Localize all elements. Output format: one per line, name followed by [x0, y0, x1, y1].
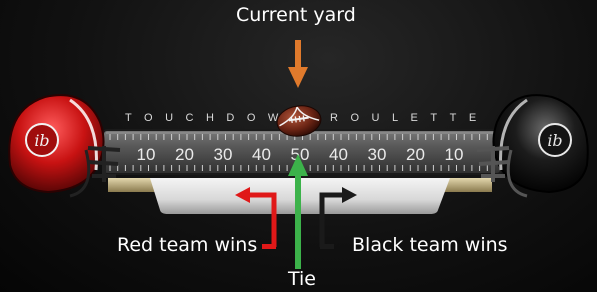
board-title-left: TOUCHDOW [125, 112, 291, 124]
yard-number: 20 [175, 145, 194, 164]
yard-number: 40 [329, 145, 348, 164]
red-team-wins-label: Red team wins [117, 234, 258, 256]
board-title-right: ROULETTE [330, 112, 489, 124]
yard-number: 30 [368, 145, 387, 164]
yard-number: 20 [406, 145, 425, 164]
black-team-wins-label: Black team wins [352, 234, 508, 256]
yard-number: 10 [445, 145, 464, 164]
current-yard-arrow [288, 40, 308, 88]
current-yard-label: Current yard [236, 4, 356, 26]
black-helmet-icon: ib [476, 94, 589, 198]
red-helmet-logo: ib [34, 131, 49, 150]
yard-number: 30 [214, 145, 233, 164]
yard-number: 10 [137, 145, 156, 164]
yard-number: 40 [252, 145, 271, 164]
red-helmet-icon: ib [8, 94, 121, 198]
black-helmet-logo: ib [547, 131, 562, 150]
tie-label: Tie [288, 268, 316, 290]
